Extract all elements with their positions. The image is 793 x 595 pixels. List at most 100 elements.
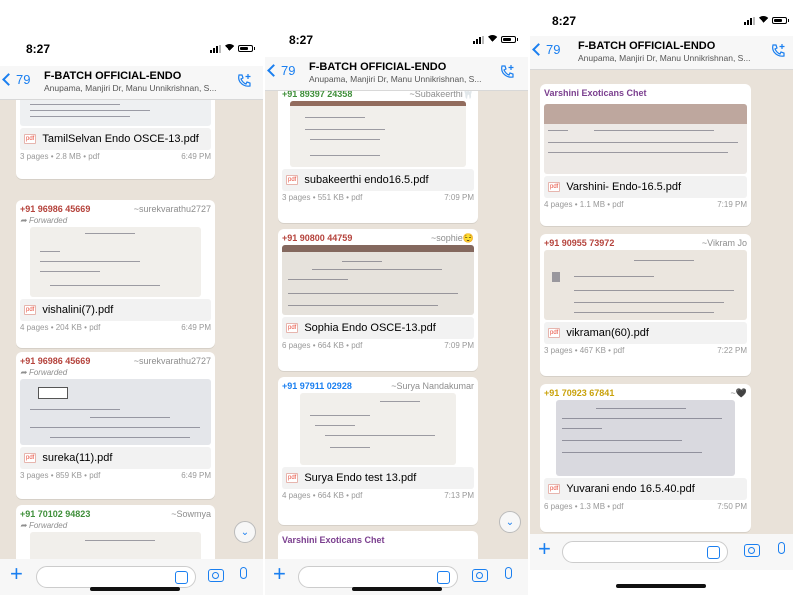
message-bubble[interactable]: +91 70923 67841 ~🖤 pdf Yuvarani endo 16.5.… <box>540 384 751 532</box>
sender-phone[interactable]: +91 90955 73972 <box>544 238 614 250</box>
chat-area[interactable]: +91 89397 24358 ~Subakeerthi🦷 pdf subakeer… <box>265 91 528 559</box>
message-bubble[interactable]: +91 97911 02928 ~Surya Nandakumar pdf Sury… <box>278 377 478 525</box>
sender-line: +91 70923 67841 ~🖤 <box>544 388 747 400</box>
compose-bar: + <box>530 534 793 570</box>
file-attachment[interactable]: pdf Sophia Endo OSCE-13.pdf <box>282 317 474 339</box>
file-attachment[interactable]: pdf Yuvarani endo 16.5.40.pdf <box>544 478 747 500</box>
plus-icon[interactable]: + <box>538 536 551 562</box>
pdf-icon: pdf <box>286 175 299 185</box>
file-meta: 4 pages • 664 KB • pdf 7:13 PM <box>282 491 474 500</box>
file-meta: 3 pages • 859 KB • pdf 6:49 PM <box>20 471 211 480</box>
pdf-icon: pdf <box>24 305 37 315</box>
sender-phone[interactable]: +91 96986 45669 <box>20 204 90 216</box>
forward-arrow-icon: ➦ <box>20 521 29 530</box>
sticker-icon[interactable] <box>707 546 720 559</box>
document-thumbnail[interactable] <box>556 400 735 476</box>
camera-icon[interactable] <box>744 544 760 557</box>
message-bubble[interactable]: +91 96986 45669 ~surekvarathu2727 ➦ Forwa… <box>16 200 215 348</box>
battery-icon <box>238 45 255 52</box>
file-name: vishalini(7).pdf <box>42 304 114 316</box>
scroll-down-button[interactable]: ⌄ <box>499 511 521 533</box>
microphone-icon[interactable] <box>505 567 512 579</box>
message-bubble[interactable]: +91 89397 24358 ~Subakeerthi🦷 pdf subakeer… <box>278 91 478 223</box>
file-attachment[interactable]: pdf vishalini(7).pdf <box>20 299 211 321</box>
phone-screen-3: 8:27 79 F-BATCH OFFICIAL-ENDO Anupama, M… <box>530 0 793 595</box>
file-meta: 3 pages • 551 KB • pdf 7:09 PM <box>282 193 474 202</box>
sticker-icon[interactable] <box>175 571 188 584</box>
microphone-icon[interactable] <box>240 567 247 579</box>
message-bubble[interactable]: +91 70102 94823 ~Sowmya ➦ Forwarded <box>16 505 215 559</box>
back-button[interactable]: 79 <box>2 72 30 87</box>
file-attachment[interactable]: pdf sureka(11).pdf <box>20 447 211 469</box>
add-call-icon[interactable] <box>770 43 786 59</box>
sender-line: +91 89397 24358 ~Subakeerthi🦷 <box>282 91 474 101</box>
sender-phone[interactable]: +91 97911 02928 <box>282 381 352 393</box>
sender-phone[interactable]: +91 70923 67841 <box>544 388 614 400</box>
message-bubble[interactable]: Varshini Exoticans Chet pdf Varshini- End… <box>540 84 751 226</box>
message-bubble[interactable]: +91 90800 44759 ~sophie😌 pdf Sophia Endo O… <box>278 229 478 371</box>
add-call-icon[interactable] <box>236 73 252 89</box>
sender-line: +91 96986 45669 ~surekvarathu2727 <box>20 204 211 216</box>
document-thumbnail[interactable] <box>20 379 211 445</box>
file-meta: 4 pages • 1.1 MB • pdf 7:19 PM <box>544 200 747 209</box>
pdf-icon: pdf <box>24 134 37 144</box>
message-bubble[interactable]: pdf TamilSelvan Endo OSCE-13.pdf 3 pages … <box>16 100 215 179</box>
file-meta: 6 pages • 1.3 MB • pdf 7:50 PM <box>544 502 747 511</box>
camera-icon[interactable] <box>208 569 224 582</box>
message-input[interactable] <box>36 566 196 588</box>
plus-icon[interactable]: + <box>273 561 286 587</box>
sender-line: Varshini Exoticans Chet <box>544 88 747 100</box>
message-bubble[interactable]: +91 90955 73972 ~Vikram Jo pdf vikraman(60… <box>540 234 751 376</box>
document-thumbnail[interactable] <box>300 393 456 465</box>
document-thumbnail[interactable] <box>282 245 474 315</box>
signal-icon <box>744 16 755 25</box>
group-title[interactable]: F-BATCH OFFICIAL-ENDO <box>44 70 181 82</box>
file-meta: 6 pages • 664 KB • pdf 7:09 PM <box>282 341 474 350</box>
document-thumbnail[interactable] <box>30 532 201 559</box>
camera-icon[interactable] <box>472 569 488 582</box>
sender-phone[interactable]: +91 90800 44759 <box>282 233 352 245</box>
add-call-icon[interactable] <box>499 64 515 80</box>
phone-screen-2: 8:27 79 F-BATCH OFFICIAL-ENDO Anupama, M… <box>265 21 528 595</box>
sender-phone[interactable]: +91 89397 24358 <box>282 91 352 101</box>
sender-line: +91 97911 02928 ~Surya Nandakumar <box>282 381 474 393</box>
status-icons <box>473 35 518 44</box>
file-attachment[interactable]: pdf subakeerthi endo16.5.pdf <box>282 169 474 191</box>
sender-phone[interactable]: +91 70102 94823 <box>20 509 90 521</box>
message-input[interactable] <box>298 566 458 588</box>
status-time: 8:27 <box>289 33 314 47</box>
back-button[interactable]: 79 <box>267 63 295 78</box>
file-attachment[interactable]: pdf vikraman(60).pdf <box>544 322 747 344</box>
scroll-down-button[interactable]: ⌄ <box>234 521 256 543</box>
sender-alias: ~surekvarathu2727 <box>133 204 211 214</box>
document-thumbnail[interactable] <box>30 227 201 297</box>
sender-name[interactable]: Varshini Exoticans Chet <box>282 535 385 547</box>
message-bubble[interactable]: +91 96986 45669 ~surekvarathu2727 ➦ Forwa… <box>16 352 215 499</box>
file-attachment[interactable]: pdf Varshini- Endo-16.5.pdf <box>544 176 747 198</box>
status-time: 8:27 <box>552 14 577 28</box>
pdf-icon: pdf <box>286 323 299 333</box>
document-thumbnail[interactable] <box>290 101 466 167</box>
pdf-icon: pdf <box>548 182 561 192</box>
file-attachment[interactable]: pdf Surya Endo test 13.pdf <box>282 467 474 489</box>
status-bar: 8:27 <box>0 30 263 66</box>
chat-area[interactable]: Varshini Exoticans Chet pdf Varshini- End… <box>530 70 793 559</box>
sender-line: +91 96986 45669 ~surekvarathu2727 <box>20 356 211 368</box>
document-thumbnail[interactable] <box>544 104 747 174</box>
microphone-icon[interactable] <box>778 542 785 554</box>
chat-area[interactable]: pdf TamilSelvan Endo OSCE-13.pdf 3 pages … <box>0 100 263 559</box>
sticker-icon[interactable] <box>437 571 450 584</box>
sender-name[interactable]: Varshini Exoticans Chet <box>544 88 647 100</box>
group-title[interactable]: F-BATCH OFFICIAL-ENDO <box>578 40 715 52</box>
document-thumbnail[interactable] <box>544 250 747 320</box>
message-input[interactable] <box>562 541 728 563</box>
back-button[interactable]: 79 <box>532 42 560 57</box>
group-members: Anupama, Manjiri Dr, Manu Unnikrishnan, … <box>578 53 751 63</box>
message-bubble[interactable]: Varshini Exoticans Chet <box>278 531 478 559</box>
sender-phone[interactable]: +91 96986 45669 <box>20 356 90 368</box>
file-attachment[interactable]: pdf TamilSelvan Endo OSCE-13.pdf <box>20 128 211 150</box>
document-thumbnail[interactable] <box>20 100 211 126</box>
status-icons <box>744 16 789 25</box>
group-title[interactable]: F-BATCH OFFICIAL-ENDO <box>309 61 446 73</box>
plus-icon[interactable]: + <box>10 561 23 587</box>
